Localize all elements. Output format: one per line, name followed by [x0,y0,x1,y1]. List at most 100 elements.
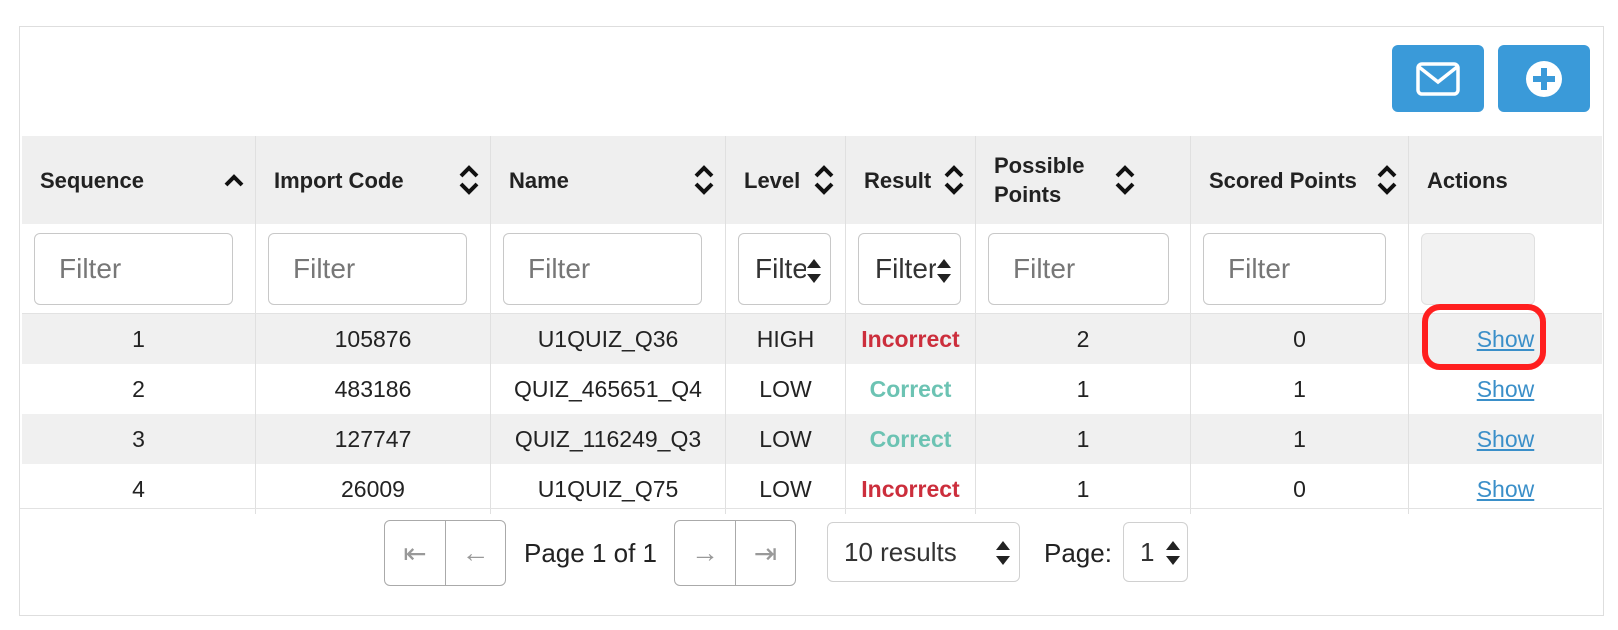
previous-page-button[interactable]: ← [445,521,505,585]
cell-name: QUIZ_116249_Q3 [491,414,726,464]
possible-points-filter-input[interactable]: Filter [988,233,1169,305]
select-value: Filter [875,253,938,284]
cell-result: Correct [846,414,976,464]
filter-cell: Filter [491,224,726,313]
column-header-possible-points[interactable]: Possible Points [976,136,1191,224]
column-header-name[interactable]: Name [491,136,726,224]
table-row: 1 105876 U1QUIZ_Q36 HIGH Incorrect 2 0 S… [22,314,1602,364]
cell-scored-points: 1 [1191,364,1409,414]
select-arrows-icon [995,538,1011,568]
cell-possible-points: 1 [976,414,1191,464]
next-page-button[interactable]: → [675,521,735,585]
column-header-result[interactable]: Result [846,136,976,224]
sort-icon [1377,165,1397,195]
email-button[interactable] [1392,45,1484,112]
sort-icon [944,165,964,195]
column-label: Level [744,167,801,193]
select-arrows-icon [806,256,822,286]
show-link[interactable]: Show [1477,476,1535,503]
select-value: 10 results [844,536,957,567]
filter-cell: Filter [726,224,846,313]
pagination-bar: ⇤ ← Page 1 of 1 → ⇥ 10 results Page: 1 [20,508,1602,615]
column-label: Sequence [40,167,144,193]
cell-possible-points: 1 [976,364,1191,414]
column-header-actions: Actions [1409,136,1602,224]
actions-filter-placeholder [1421,233,1535,305]
cell-sequence: 3 [22,414,256,464]
cell-name: QUIZ_465651_Q4 [491,364,726,414]
cell-import-code: 127747 [256,414,491,464]
cell-import-code: 105876 [256,314,491,364]
column-label: Possible Points [994,153,1085,207]
column-header-scored-points[interactable]: Scored Points [1191,136,1409,224]
cell-sequence: 1 [22,314,256,364]
filter-cell: Filter [22,224,256,313]
cell-actions: Show [1409,464,1602,514]
result-badge: Incorrect [861,325,960,352]
page-size-select[interactable]: 10 results [827,522,1020,582]
column-header-sequence[interactable]: Sequence [22,136,256,224]
filter-cell: Filter [976,224,1191,313]
column-label: Result [864,167,932,193]
sort-ascending-icon [224,174,244,187]
cell-result: Incorrect [846,314,976,364]
cell-sequence: 4 [22,464,256,514]
table-panel: Sequence Import Code Name Level Result P… [19,26,1604,616]
select-value: 1 [1140,536,1155,567]
page-info: Page 1 of 1 [524,538,657,568]
cell-name: U1QUIZ_Q36 [491,314,726,364]
result-filter-select[interactable]: Filter [858,233,961,305]
cell-scored-points: 1 [1191,414,1409,464]
sequence-filter-input[interactable]: Filter [34,233,233,305]
cell-import-code: 483186 [256,364,491,414]
cell-result: Incorrect [846,464,976,514]
table-row: 4 26009 U1QUIZ_Q75 LOW Incorrect 1 0 Sho… [22,464,1602,514]
table-row: 3 127747 QUIZ_116249_Q3 LOW Correct 1 1 … [22,414,1602,464]
level-filter-select[interactable]: Filter [738,233,831,305]
page-label: Page: [1044,538,1112,568]
column-header-import-code[interactable]: Import Code [256,136,491,224]
cell-scored-points: 0 [1191,464,1409,514]
cell-level: HIGH [726,314,846,364]
sort-icon [814,165,834,195]
filter-cell: Filter [1191,224,1409,313]
result-badge: Incorrect [861,475,960,502]
table-row: 2 483186 QUIZ_465651_Q4 LOW Correct 1 1 … [22,364,1602,414]
show-link[interactable]: Show [1477,426,1535,453]
filter-cell: Filter [846,224,976,313]
cell-level: LOW [726,364,846,414]
first-page-button[interactable]: ⇤ [385,521,445,585]
column-label: Scored Points [1209,167,1357,193]
last-page-button[interactable]: ⇥ [735,521,795,585]
column-label: Actions [1427,167,1508,193]
cell-possible-points: 1 [976,464,1191,514]
show-link[interactable]: Show [1477,376,1535,403]
column-label: Name [509,167,569,193]
filter-row: Filter Filter Filter Filter Filter Filte… [22,224,1602,314]
name-filter-input[interactable]: Filter [503,233,702,305]
sort-icon [694,165,714,195]
result-badge: Correct [869,425,952,452]
cell-possible-points: 2 [976,314,1191,364]
scored-points-filter-input[interactable]: Filter [1203,233,1386,305]
cell-level: LOW [726,414,846,464]
column-label: Import Code [274,167,404,193]
import-code-filter-input[interactable]: Filter [268,233,467,305]
pagination-forward-group: → ⇥ [674,520,796,586]
pagination-back-group: ⇤ ← [384,520,506,586]
add-button[interactable] [1498,45,1590,112]
annotation-highlight [1422,304,1546,370]
column-header-level[interactable]: Level [726,136,846,224]
filter-cell [1409,224,1602,313]
filter-cell: Filter [256,224,491,313]
result-badge: Correct [869,375,952,402]
sort-icon [459,165,479,195]
page-number-select[interactable]: 1 [1123,522,1188,582]
select-arrows-icon [1165,538,1181,568]
cell-result: Correct [846,364,976,414]
cell-import-code: 26009 [256,464,491,514]
plus-circle-icon [1526,60,1562,97]
envelope-icon [1416,61,1460,96]
sort-icon [1115,165,1135,195]
cell-sequence: 2 [22,364,256,414]
